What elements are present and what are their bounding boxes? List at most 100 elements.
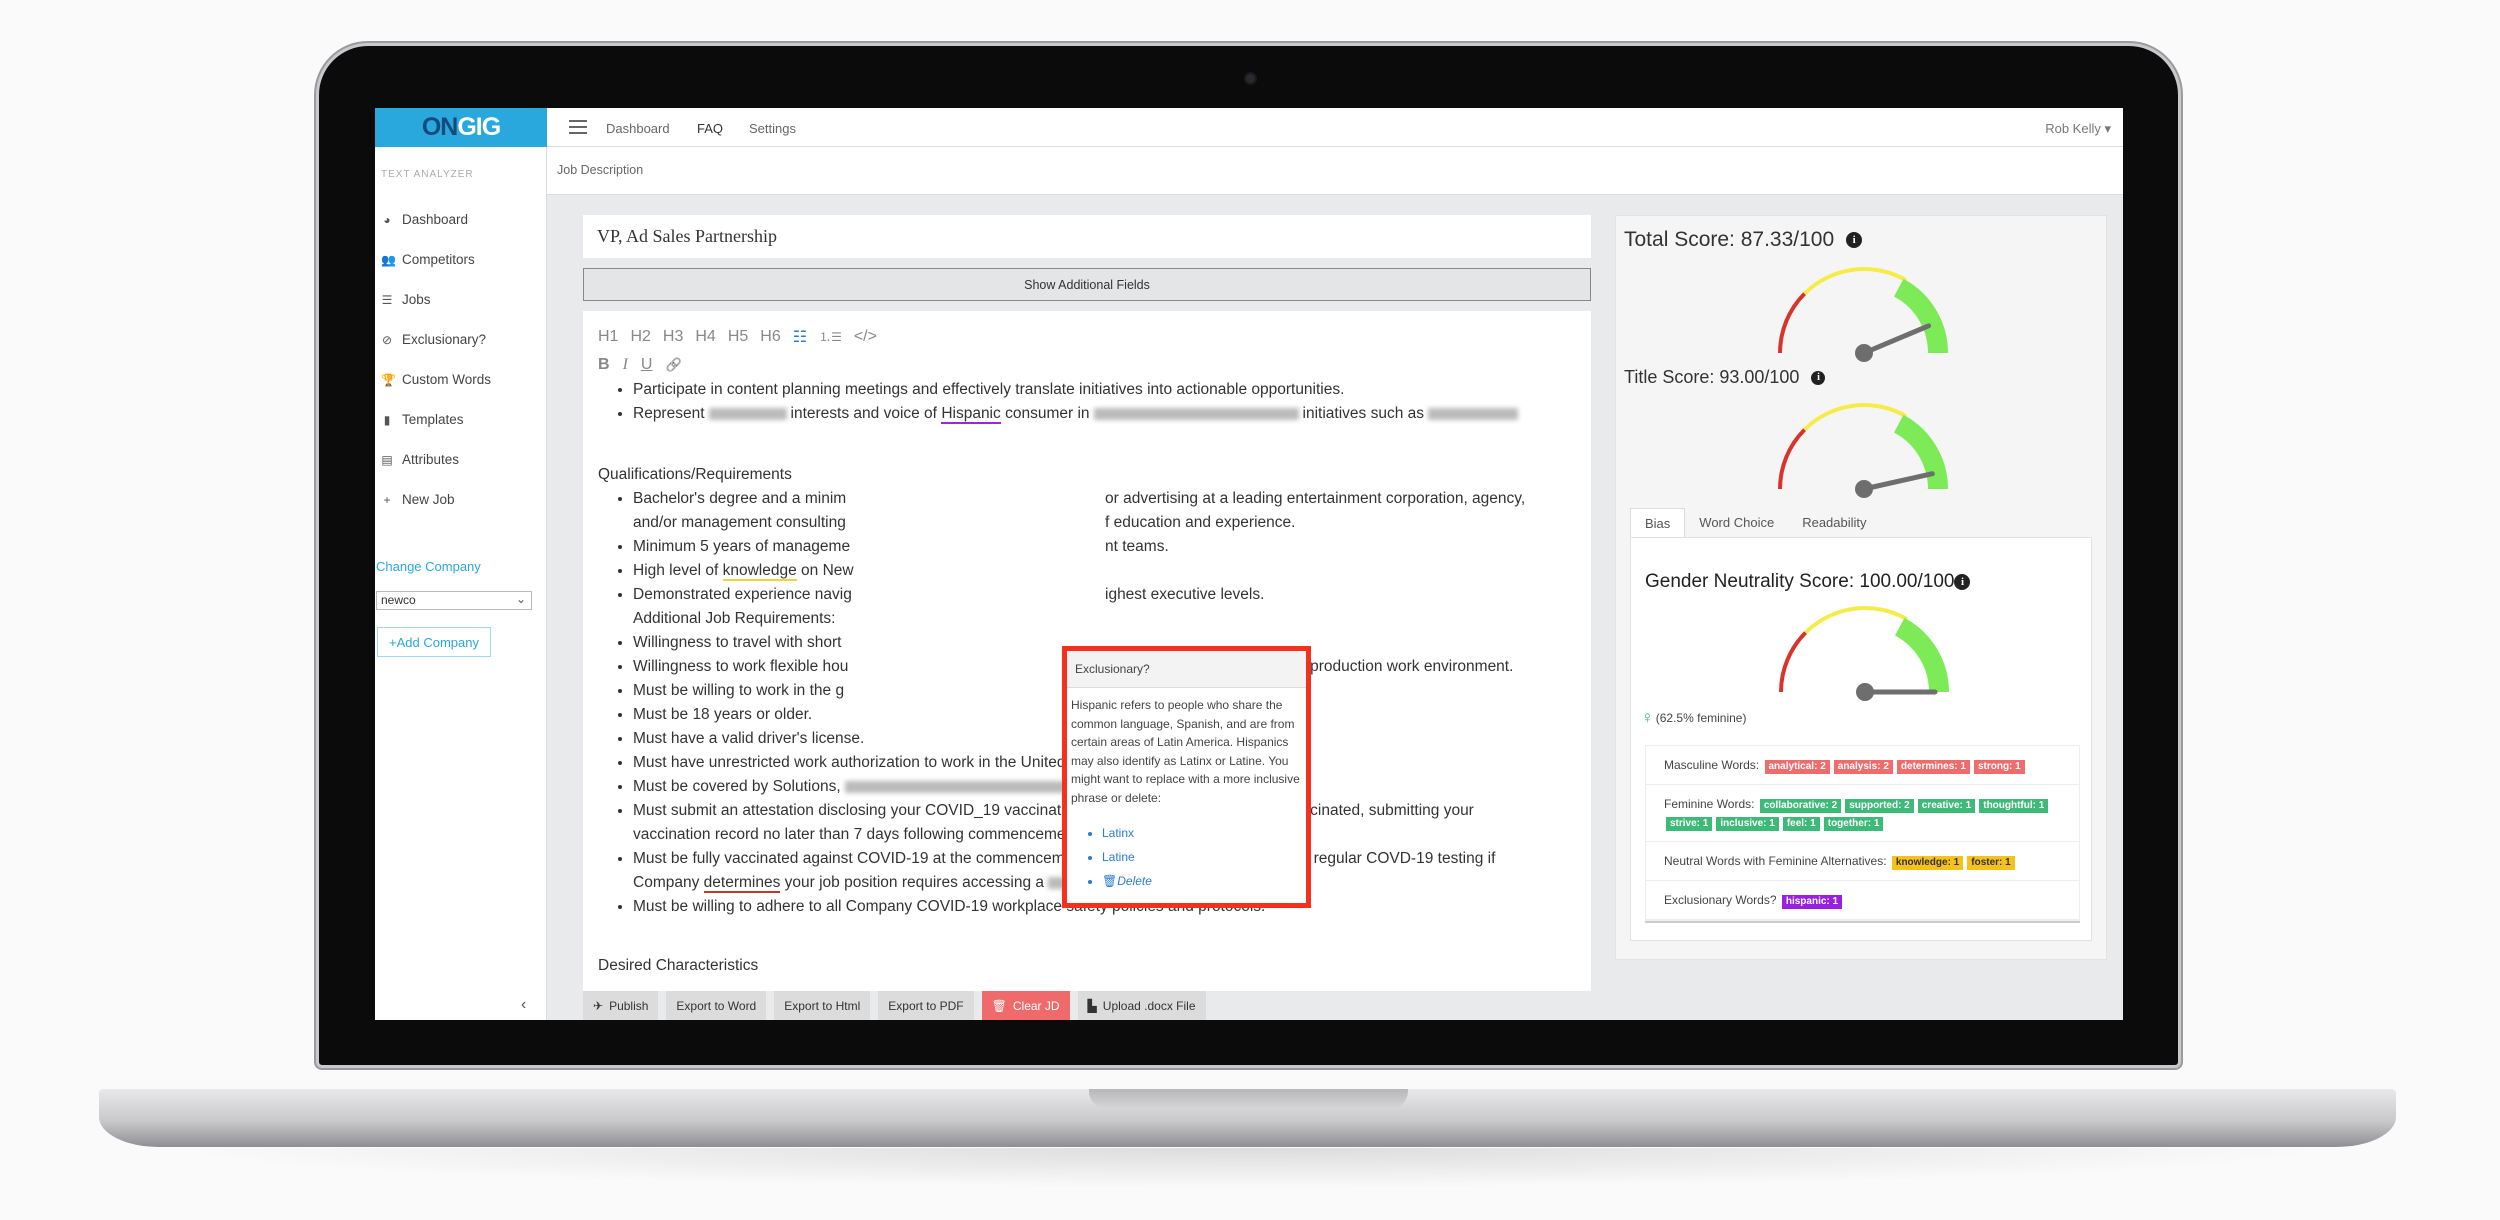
redacted-text	[1093, 407, 1299, 420]
gender-score-gauge	[1779, 606, 1949, 701]
laptop-notch	[1089, 1089, 1408, 1109]
job-title-input[interactable]: VP, Ad Sales Partnership	[583, 215, 1591, 258]
breadcrumb: Job Description	[557, 163, 644, 177]
title-score: Title Score: 93.00/100 i	[1624, 367, 1826, 388]
info-icon[interactable]: i	[1954, 574, 1971, 590]
nav-settings[interactable]: Settings	[749, 121, 796, 136]
show-additional-fields-button[interactable]: Show Additional Fields	[583, 268, 1591, 301]
sidebar-icon: 👥	[381, 252, 396, 267]
word-tag[interactable]: hispanic: 1	[1781, 895, 1843, 909]
publish-button[interactable]: ✈ Publish	[583, 991, 659, 1020]
h1-button[interactable]: H1	[598, 328, 618, 346]
tab-readability[interactable]: Readability	[1788, 508, 1880, 538]
delete-option[interactable]: 🗑Delete	[1102, 869, 1302, 893]
numbered-list-icon[interactable]: ⒈☰	[819, 328, 842, 345]
word-tag[interactable]: supported: 2	[1845, 799, 1914, 813]
user-menu[interactable]: Rob Kelly ▾	[2045, 121, 2111, 137]
logo[interactable]: ON GIG	[375, 108, 547, 147]
sidebar-item-attributes[interactable]: ▤ Attributes	[381, 452, 459, 467]
gauge-high-band	[1893, 278, 1948, 354]
word-tag[interactable]: determines: 1	[1896, 760, 1970, 774]
flagged-word-knowledge[interactable]: knowledge	[722, 562, 797, 581]
sidebar-item-competitors[interactable]: 👥 Competitors	[381, 252, 475, 267]
underline-button[interactable]: U	[641, 356, 653, 374]
word-tag[interactable]: thoughtful: 1	[1979, 799, 2049, 813]
word-tag[interactable]: analytical: 2	[1764, 760, 1830, 774]
tab-word-choice[interactable]: Word Choice	[1685, 508, 1788, 538]
nav-dashboard[interactable]: Dashboard	[606, 121, 670, 136]
word-tag[interactable]: knowledge: 1	[1891, 856, 1964, 870]
gauge-high-band	[1894, 617, 1949, 693]
collapse-sidebar-icon[interactable]: ‹	[521, 996, 526, 1014]
sidebar-item-new-job[interactable]: + New Job	[381, 492, 455, 507]
sidebar-icon: 🏆	[381, 372, 396, 387]
word-tag[interactable]: inclusive: 1	[1716, 817, 1779, 831]
change-company-link[interactable]: Change Company	[376, 559, 481, 574]
gauge-mid-band	[1803, 403, 1907, 432]
sidebar-item-label: Templates	[402, 412, 464, 427]
h3-button[interactable]: H3	[663, 328, 683, 346]
sidebar-item-dashboard[interactable]: ◕ Dashboard	[381, 212, 468, 227]
redacted-text	[708, 407, 787, 420]
gauge-mid-band	[1803, 267, 1907, 296]
replace-option-latine[interactable]: Latine	[1102, 845, 1302, 869]
sidebar-item-exclusionary[interactable]: ⊘ Exclusionary?	[381, 332, 486, 347]
word-tag[interactable]: together: 1	[1823, 817, 1884, 831]
flagged-word-determines[interactable]: determines	[703, 874, 781, 893]
title-score-gauge	[1778, 403, 1948, 498]
sidebar-section-title: TEXT ANALYZER	[381, 169, 474, 180]
masculine-words-row: Masculine Words: analytical: 2 analysis: …	[1646, 746, 2079, 785]
sidebar-item-templates[interactable]: ▮ Templates	[381, 412, 464, 427]
bullet-list-icon[interactable]: ☷	[793, 327, 807, 347]
upload-docx-file-button[interactable]: ▙ Upload .docx File	[1077, 991, 1206, 1020]
info-icon[interactable]: i	[1846, 232, 1863, 248]
word-tag[interactable]: collaborative: 2	[1759, 799, 1842, 813]
word-list: Masculine Words: analytical: 2 analysis: …	[1645, 745, 2080, 921]
link-icon[interactable]: 🔗	[665, 357, 681, 373]
sidebar-item-jobs[interactable]: ☰ Jobs	[381, 292, 431, 307]
hamburger-menu-icon[interactable]	[569, 120, 587, 134]
code-icon[interactable]: </>	[854, 328, 877, 346]
word-tag[interactable]: strong: 1	[1973, 760, 2025, 774]
export-to-pdf-button[interactable]: Export to PDF	[878, 991, 974, 1020]
word-tag[interactable]: strive: 1	[1666, 817, 1713, 831]
company-select[interactable]: newco ⌄	[376, 591, 532, 610]
sidebar-icon: ◕	[383, 212, 391, 227]
add-company-button[interactable]: +Add Company	[377, 627, 491, 657]
score-panel: Total Score: 87.33/100 i Title Score: 93.…	[1615, 215, 2107, 960]
h4-button[interactable]: H4	[695, 328, 715, 346]
app-screen: ON GIG Dashboard FAQ Settings Rob Kelly ▾…	[375, 108, 2123, 1020]
chevron-down-icon: ⌄	[515, 592, 526, 606]
word-tag[interactable]: feel: 1	[1782, 817, 1820, 831]
analysis-tabs: Bias Word Choice Readability	[1630, 508, 1881, 538]
h6-button[interactable]: H6	[760, 328, 780, 346]
h2-button[interactable]: H2	[630, 328, 650, 346]
gauge-hub	[1855, 344, 1873, 362]
exclusionary-popup: Exclusionary? Hispanic refers to people …	[1062, 646, 1311, 908]
word-tag[interactable]: creative: 1	[1917, 799, 1976, 813]
sidebar-icon: +	[383, 492, 391, 507]
h5-button[interactable]: H5	[728, 328, 748, 346]
word-tag[interactable]: foster: 1	[1967, 856, 2015, 870]
export-to-html-button[interactable]: Export to Html	[774, 991, 871, 1020]
list-item: Participate in content planning meetings…	[633, 378, 1576, 402]
info-icon[interactable]: i	[1811, 370, 1826, 385]
clear-jd-button[interactable]: 🗑 Clear JD	[981, 991, 1070, 1020]
sidebar-item-label: Competitors	[402, 252, 475, 267]
nav-faq[interactable]: FAQ	[697, 121, 723, 136]
bold-button[interactable]: B	[598, 356, 610, 374]
sidebar-item-label: New Job	[402, 492, 455, 507]
popup-title: Exclusionary?	[1067, 651, 1306, 688]
italic-button[interactable]: I	[623, 356, 628, 374]
total-score: Total Score: 87.33/100 i	[1624, 228, 1863, 252]
feminine-words-row: Feminine Words: collaborative: 2 supporte…	[1646, 785, 2079, 842]
export-to-word-button[interactable]: Export to Word	[666, 991, 767, 1020]
job-description-editor[interactable]: H1 H2 H3 H4 H5 H6 ☷ ⒈☰ </> B I U 🔗 Parti…	[583, 311, 1591, 991]
word-tag[interactable]: analysis: 2	[1833, 760, 1893, 774]
replace-option-latinx[interactable]: Latinx	[1102, 821, 1302, 845]
sidebar-item-custom-words[interactable]: 🏆 Custom Words	[381, 372, 491, 387]
flagged-word-hispanic[interactable]: Hispanic	[941, 405, 1001, 424]
feminine-percentage: ♀ (62.5% feminine)	[1641, 708, 1747, 727]
tab-bias[interactable]: Bias	[1630, 508, 1686, 538]
female-icon: ♀	[1641, 708, 1654, 727]
